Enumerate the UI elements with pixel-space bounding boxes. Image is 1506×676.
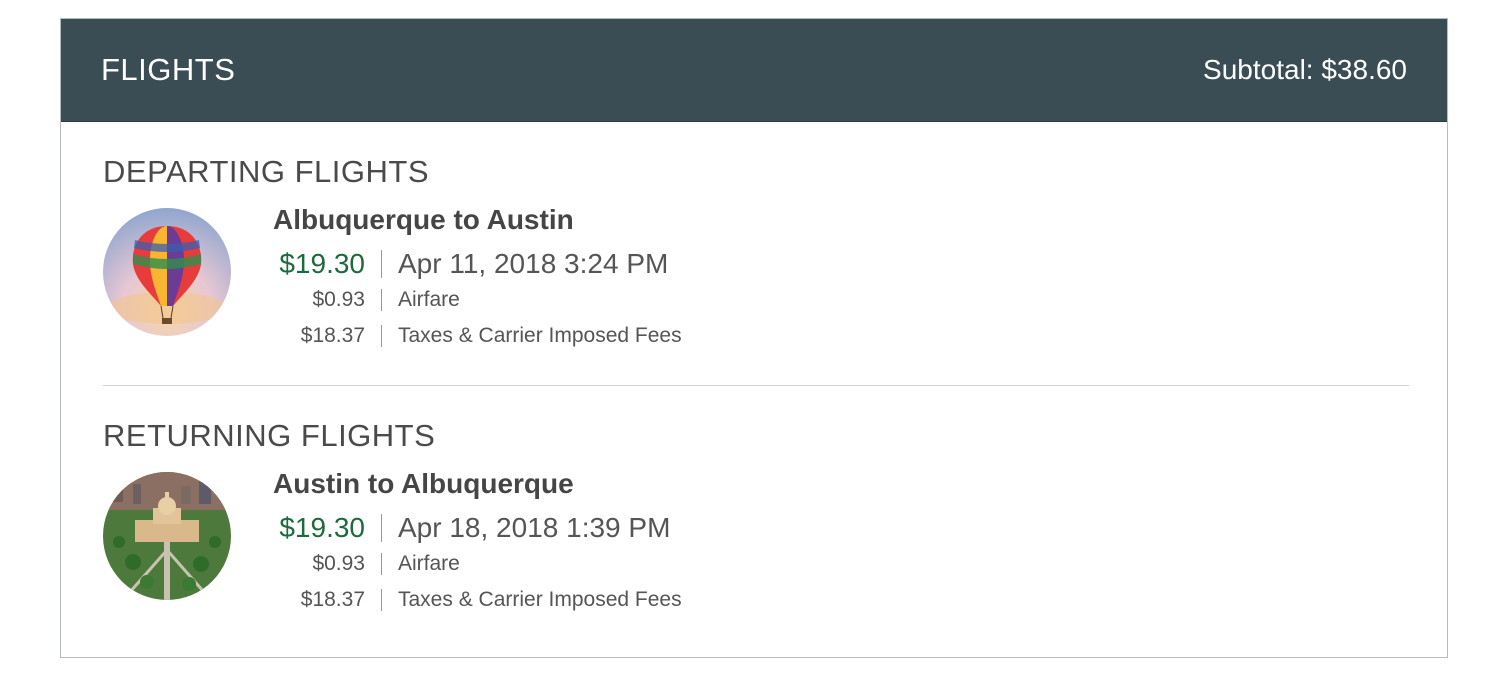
returning-airfare-label: Airfare <box>398 552 460 575</box>
returning-route: Austin to Albuquerque <box>273 468 574 499</box>
returning-price-row: $19.30 Apr 18, 2018 1:39 PM <box>273 510 682 546</box>
departing-fees-label: Taxes & Carrier Imposed Fees <box>398 324 682 347</box>
returning-fees-label: Taxes & Carrier Imposed Fees <box>398 588 682 611</box>
returning-fees-amount: $18.37 <box>273 589 382 611</box>
departing-price: $19.30 <box>273 250 382 278</box>
departing-airfare-row: $0.93 Airfare <box>273 282 682 318</box>
returning-fees-row: $18.37 Taxes & Carrier Imposed Fees <box>273 582 682 618</box>
returning-datetime: Apr 18, 2018 1:39 PM <box>398 512 671 543</box>
departing-details: Albuquerque to Austin $19.30 Apr 11, 201… <box>273 204 682 354</box>
departing-fees-row: $18.37 Taxes & Carrier Imposed Fees <box>273 318 682 354</box>
flights-title: FLIGHTS <box>101 52 236 87</box>
departing-section: DEPARTING FLIGHTS Albuquerque to Austin … <box>103 154 1409 347</box>
section-divider <box>103 385 1409 386</box>
departing-price-row: $19.30 Apr 11, 2018 3:24 PM <box>273 246 682 282</box>
departing-fees-amount: $18.37 <box>273 325 382 347</box>
departing-airfare-label: Airfare <box>398 288 460 311</box>
austin-capitol-image <box>103 472 231 600</box>
returning-section-title: RETURNING FLIGHTS <box>103 418 436 453</box>
returning-airfare-row: $0.93 Airfare <box>273 546 682 582</box>
departing-airfare-amount: $0.93 <box>273 289 382 311</box>
flights-panel: FLIGHTS Subtotal: $38.60 DEPARTING FLIGH… <box>60 18 1448 658</box>
returning-price: $19.30 <box>273 514 382 542</box>
returning-airfare-amount: $0.93 <box>273 553 382 575</box>
returning-section: RETURNING FLIGHTS Austin to Albuquerque … <box>103 418 1409 611</box>
hot-air-balloon-image <box>103 208 231 336</box>
subtotal-label: Subtotal: $38.60 <box>1203 54 1407 85</box>
departing-section-title: DEPARTING FLIGHTS <box>103 154 430 189</box>
departing-route: Albuquerque to Austin <box>273 204 574 235</box>
flights-header: FLIGHTS Subtotal: $38.60 <box>61 19 1447 122</box>
departing-datetime: Apr 11, 2018 3:24 PM <box>398 248 669 279</box>
returning-details: Austin to Albuquerque $19.30 Apr 18, 201… <box>273 468 682 618</box>
